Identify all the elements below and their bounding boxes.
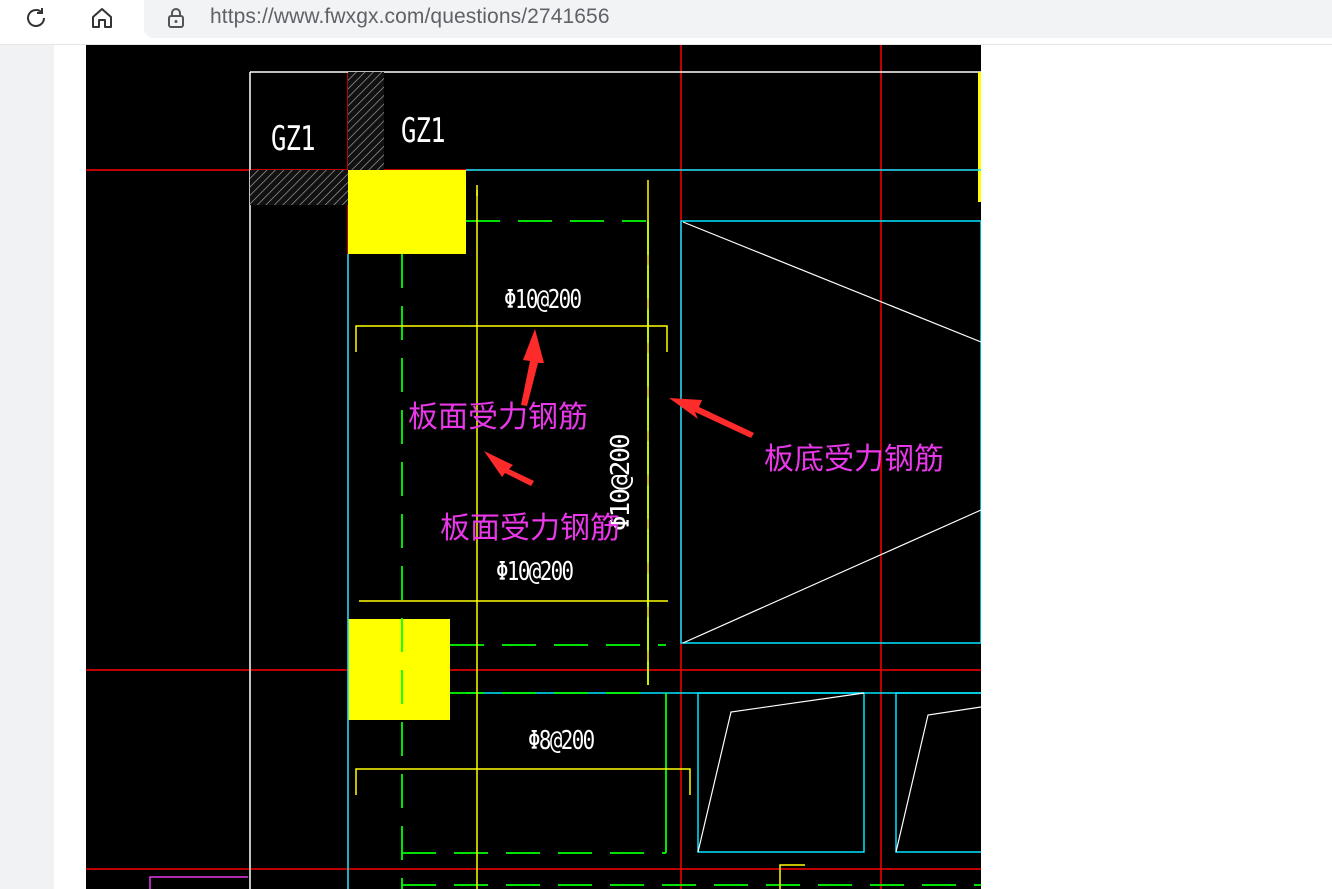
rebar-label-top: Φ10@200 xyxy=(504,285,582,315)
address-bar[interactable]: https://www.fwxgx.com/questions/2741656 xyxy=(144,0,1332,38)
url-text[interactable]: https://www.fwxgx.com/questions/2741656 xyxy=(210,5,610,29)
hatched-column-top xyxy=(348,72,384,172)
browser-toolbar: https://www.fwxgx.com/questions/2741656 xyxy=(0,0,1332,45)
annotation-slab-bottom: 板底受力钢筋 xyxy=(764,442,944,477)
rebar-lines xyxy=(401,220,981,889)
page-margin xyxy=(54,45,86,889)
yellow-column-upper xyxy=(348,170,466,254)
cad-drawing-image: GZ1 GZ1 Φ10@200 Φ10@200 Φ10@200 Φ8@200 板… xyxy=(86,45,981,889)
yellow-column-lower xyxy=(348,619,450,720)
reload-button[interactable] xyxy=(20,2,52,34)
rebar-label-lower: Φ10@200 xyxy=(496,557,574,587)
void-markers xyxy=(682,221,981,853)
annotation-slab-top-2: 板面受力钢筋 xyxy=(440,511,620,546)
magenta-edge xyxy=(149,876,248,889)
rebar-label-bottom: Φ8@200 xyxy=(528,726,595,756)
left-gutter xyxy=(0,45,54,889)
reload-icon xyxy=(23,5,49,31)
yellow-column-edge xyxy=(978,72,981,202)
home-button[interactable] xyxy=(86,2,118,34)
home-icon xyxy=(89,5,115,31)
annotation-slab-top-1: 板面受力钢筋 xyxy=(408,400,588,435)
lock-icon[interactable] xyxy=(166,6,186,35)
column-label-right: GZ1 xyxy=(401,111,446,151)
column-label-left: GZ1 xyxy=(271,119,316,159)
